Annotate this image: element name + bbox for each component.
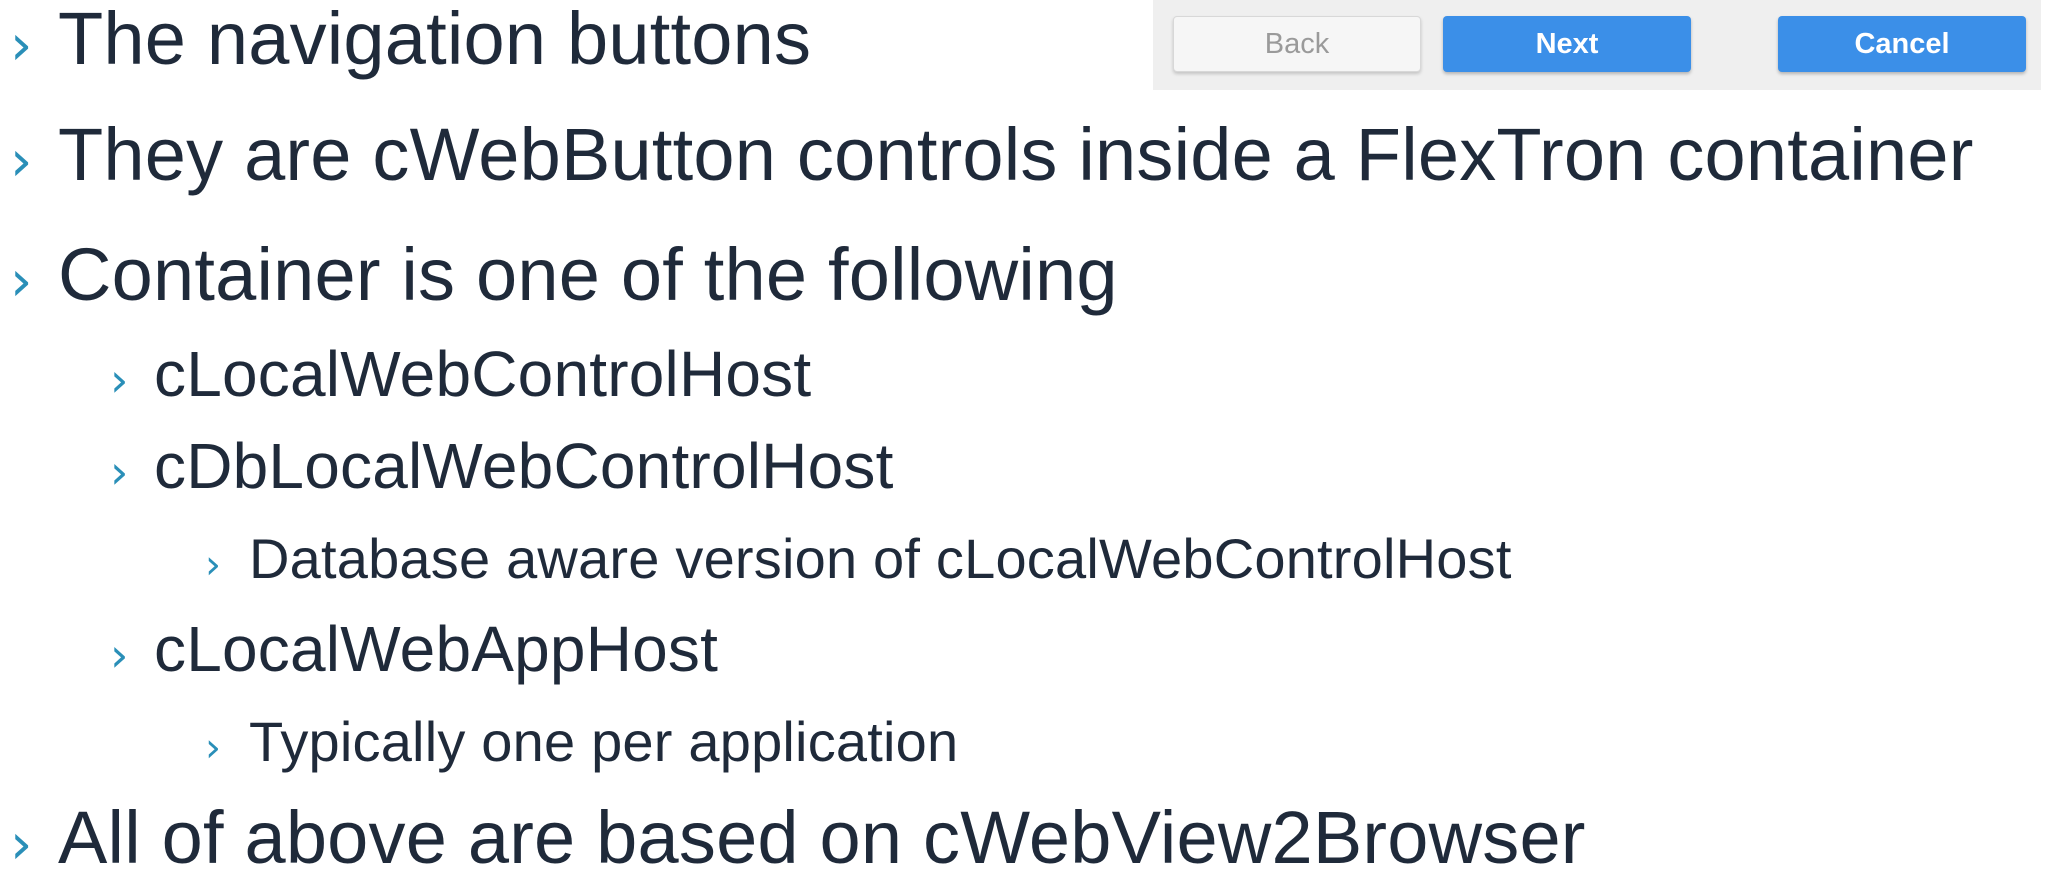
bullet-chevron-icon: › — [110, 353, 129, 407]
bullet-container-options: › Container is one of the following — [10, 232, 1118, 317]
nav-button-strip: Back Next Cancel — [1153, 0, 2041, 90]
bullet-text: They are cWebButton controls inside a Fl… — [58, 113, 1974, 196]
bullet-text: The navigation buttons — [58, 0, 812, 80]
bullet-chevron-icon: › — [10, 812, 33, 877]
bullet-chevron-icon: › — [205, 542, 221, 588]
bullet-chevron-icon: › — [10, 129, 33, 194]
sub-sub-bullet-database-aware: › Database aware version of cLocalWebCon… — [205, 526, 1512, 591]
bullet-text: Container is one of the following — [58, 233, 1118, 316]
cancel-button[interactable]: Cancel — [1778, 16, 2026, 72]
bullet-cwebbutton-controls: › They are cWebButton controls inside a … — [10, 112, 1974, 197]
bullet-text: cLocalWebControlHost — [154, 338, 812, 410]
bullet-navigation-buttons: › The navigation buttons — [10, 0, 811, 81]
bullet-text: cLocalWebAppHost — [154, 613, 719, 685]
sub-bullet-cdblocalwebcontrolhost: › cDbLocalWebControlHost — [110, 429, 894, 503]
bullet-text: All of above are based on cWebView2Brows… — [58, 796, 1586, 879]
bullet-text: Typically one per application — [249, 710, 959, 773]
bullet-chevron-icon: › — [205, 725, 221, 771]
bullet-text: Database aware version of cLocalWebContr… — [249, 527, 1512, 590]
bullet-chevron-icon: › — [10, 13, 33, 78]
bullet-text: cDbLocalWebControlHost — [154, 430, 894, 502]
bullet-based-on-cwebview2browser: › All of above are based on cWebView2Bro… — [10, 795, 1586, 880]
sub-bullet-clocalwebapphost: › cLocalWebAppHost — [110, 612, 718, 686]
bullet-chevron-icon: › — [110, 445, 129, 499]
sub-bullet-clocalwebcontrolhost: › cLocalWebControlHost — [110, 337, 811, 411]
sub-sub-bullet-one-per-application: › Typically one per application — [205, 709, 958, 774]
bullet-chevron-icon: › — [110, 628, 129, 682]
next-button[interactable]: Next — [1443, 16, 1691, 72]
back-button[interactable]: Back — [1173, 16, 1421, 72]
bullet-chevron-icon: › — [10, 249, 33, 314]
